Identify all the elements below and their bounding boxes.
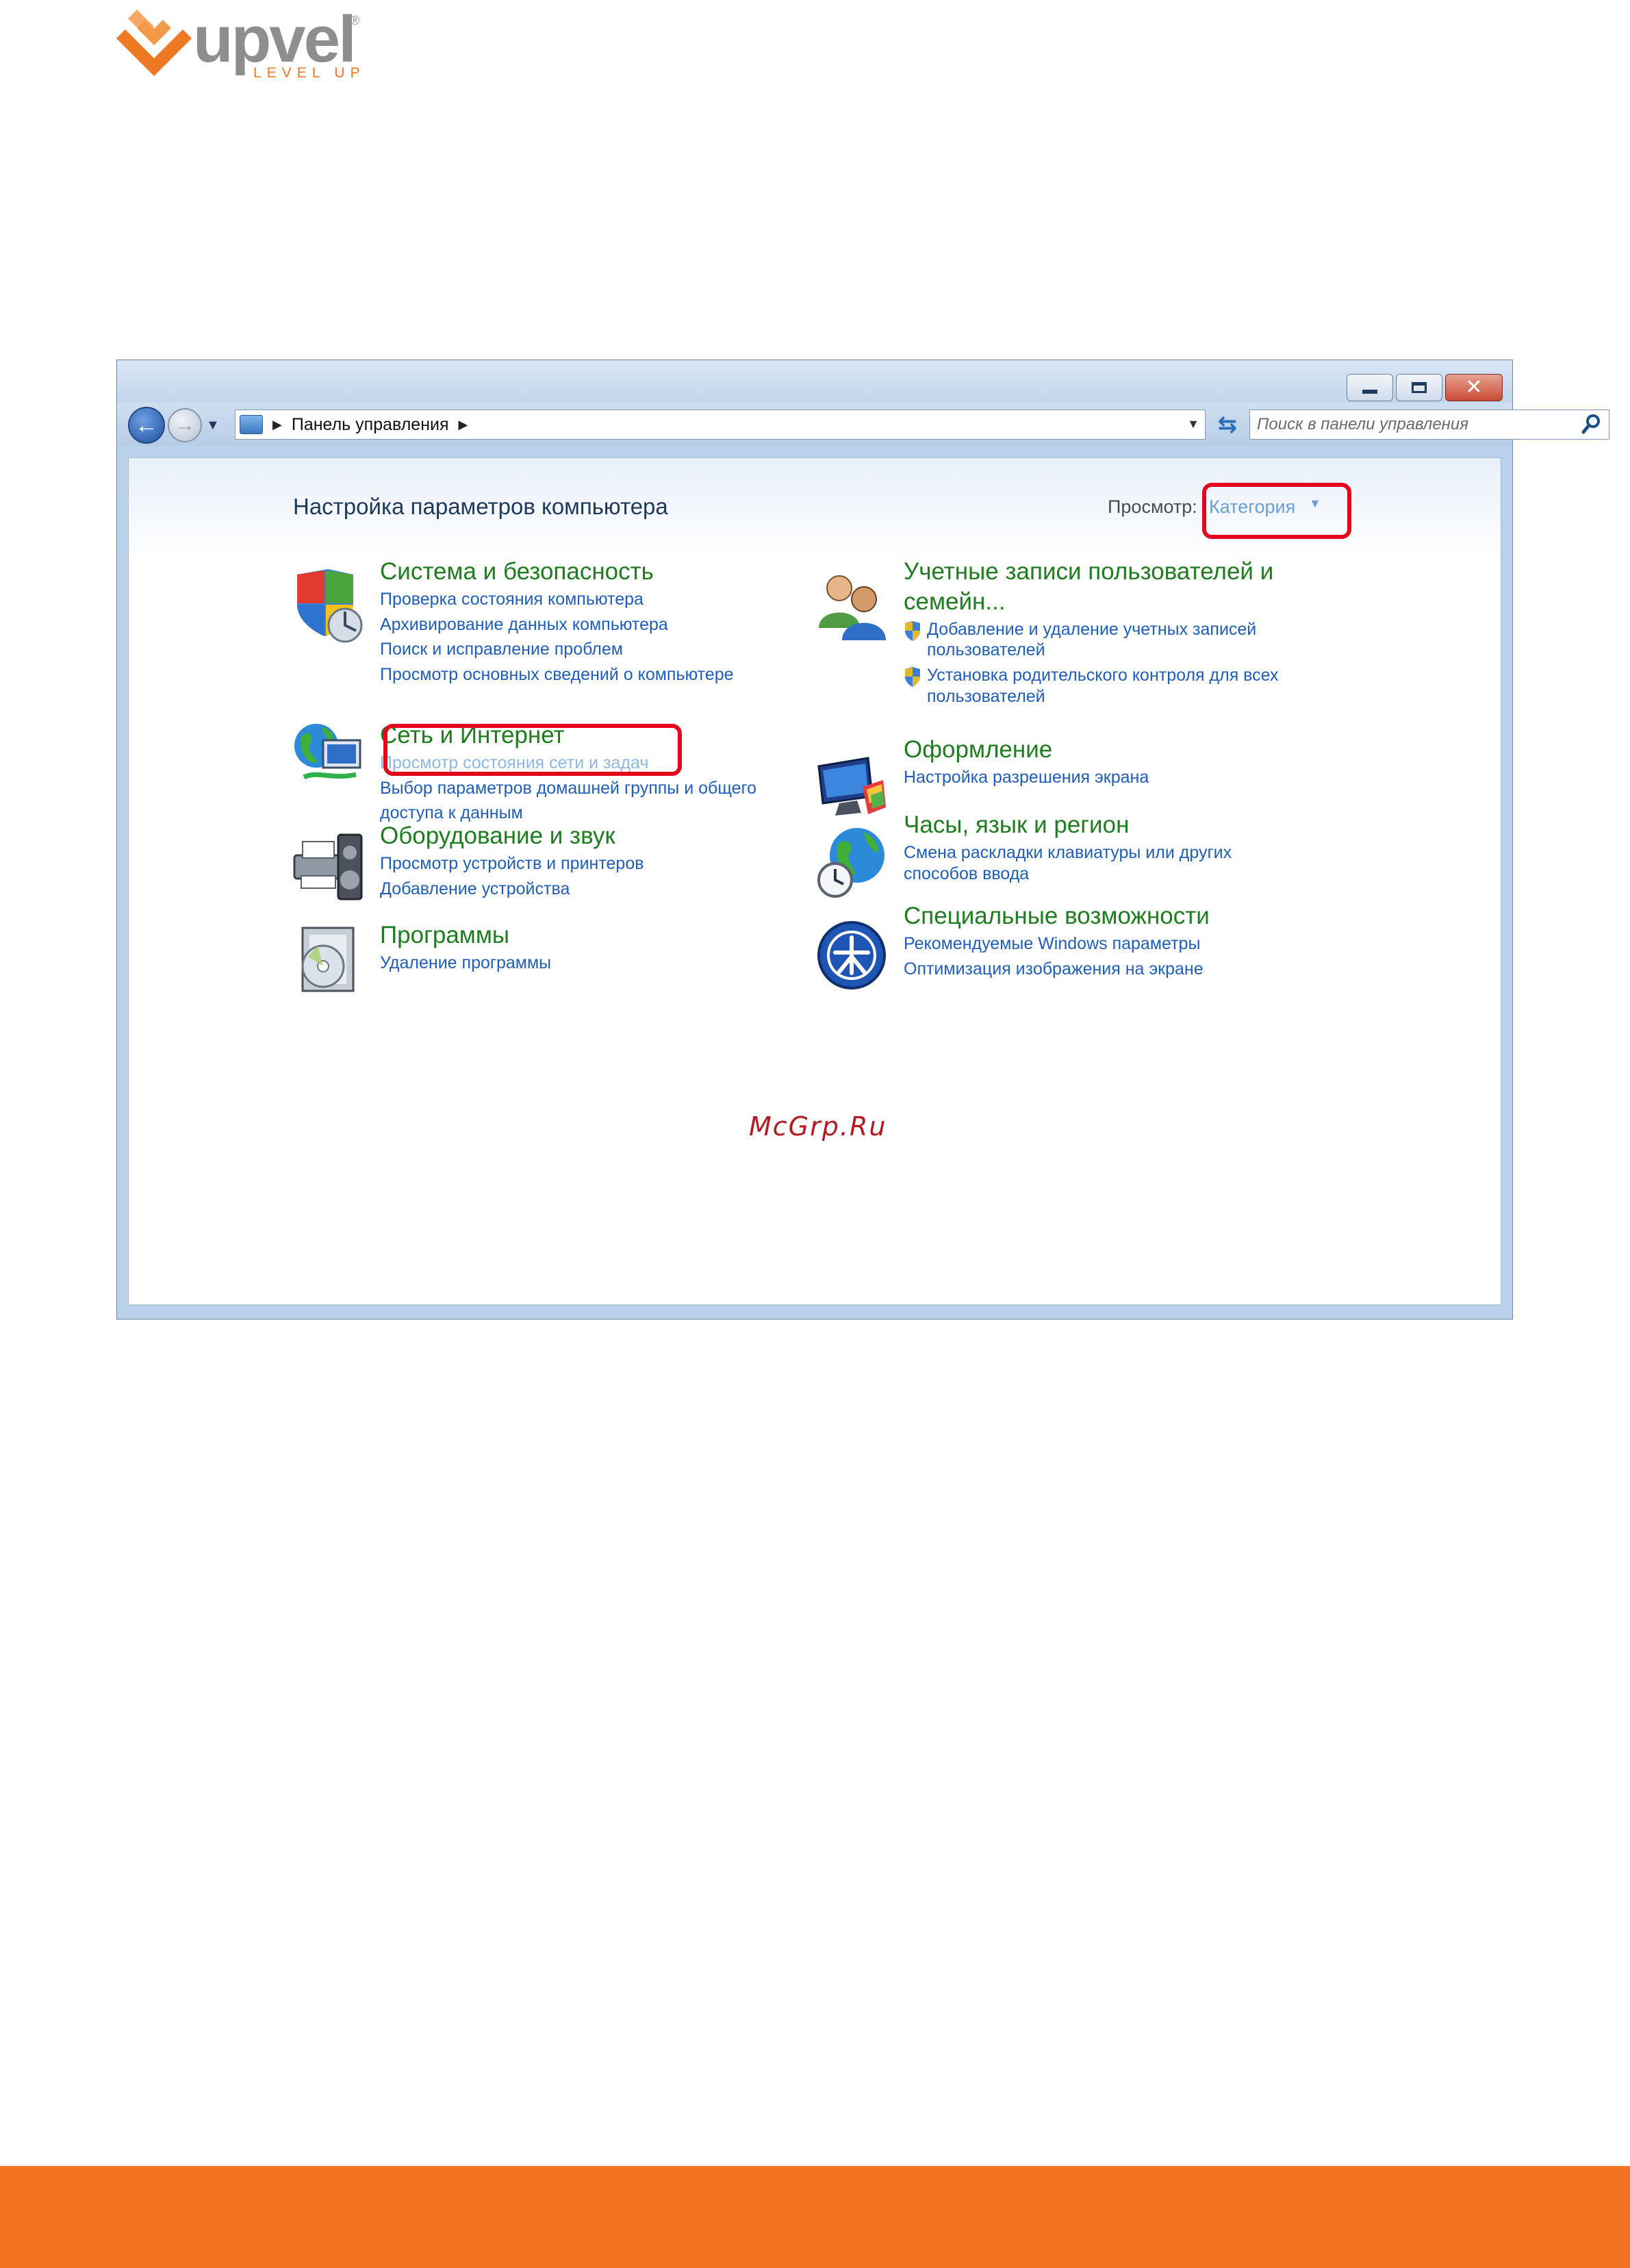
category-title[interactable]: Оборудование и звук [380,821,644,851]
maximize-icon [1412,382,1427,393]
content-area: Настройка параметров компьютера Просмотр… [128,457,1501,1305]
link-parental-controls[interactable]: Установка родительского контроля для все… [904,663,1279,709]
registered-mark: ® [351,14,360,27]
window-controls: ✕ [1344,374,1503,401]
view-by-label: Просмотр: [1108,496,1197,517]
refresh-icon: ⇆ [1217,412,1238,438]
category-title[interactable]: Специальные возможности [904,901,1210,931]
printer-speaker-icon [293,833,363,900]
category-title[interactable]: Учетные записи пользователей и [904,557,1279,587]
link-add-remove-accounts[interactable]: Добавление и удаление учетных записей по… [904,617,1279,664]
search-box[interactable] [1249,410,1609,440]
programs-disc-icon [301,927,355,992]
category-appearance: Оформление Настройка разрешения экрана [904,735,1149,790]
link-add-device[interactable]: Добавление устройства [380,877,644,902]
recent-pages-button[interactable]: ▼ [206,418,220,433]
breadcrumb-separator-icon[interactable]: ▶ [459,418,468,432]
ease-of-access-icon [817,921,886,990]
minimize-icon [1362,390,1377,394]
brand-name: upvel [193,3,357,76]
watermark: McGrp.Ru [749,1111,887,1142]
close-icon: ✕ [1465,376,1483,399]
link-recommended-settings[interactable]: Рекомендуемые Windows параметры [904,931,1210,957]
link-uninstall-program[interactable]: Удаление программы [380,950,551,976]
category-title[interactable]: Программы [380,920,551,950]
link-screen-resolution[interactable]: Настройка разрешения экрана [904,765,1149,790]
breadcrumb-separator-icon[interactable]: ▶ [272,418,282,432]
category-title[interactable]: Система и безопасность [380,557,734,587]
address-dropdown-icon[interactable]: ▼ [1187,417,1199,431]
category-title[interactable]: Часы, язык и регион [904,810,1232,840]
category-clock-language-region: Часы, язык и регион Смена раскладки клав… [904,810,1232,886]
link-view-devices-printers[interactable]: Просмотр устройств и принтеров [380,851,644,877]
maximize-button[interactable] [1396,374,1442,401]
category-title-continued[interactable]: семейн... [904,587,1279,617]
footer-bar [0,2166,1630,2268]
navigation-bar: ← → ▼ ▶ Панель управления ▶ ▼ ⇆ [117,403,1609,445]
minimize-button[interactable] [1347,374,1393,401]
breadcrumb-control-panel[interactable]: Панель управления [292,415,449,435]
user-accounts-icon [819,575,886,640]
back-button[interactable]: ← [128,407,165,444]
appearance-monitor-icon [817,757,886,816]
link-optimize-display[interactable]: Оптимизация изображения на экране [904,957,1210,982]
category-system-security: Система и безопасность Проверка состояни… [380,557,734,688]
arrow-left-icon: ← [135,412,158,438]
forward-button[interactable]: → [168,408,202,442]
link-check-computer-status[interactable]: Проверка состояния компьютера [380,587,734,612]
link-backup-computer[interactable]: Архивирование данных компьютера [380,612,734,638]
uac-shield-icon [905,667,920,687]
category-title[interactable]: Оформление [904,735,1149,765]
brand-tagline: LEVEL UP [253,65,366,81]
address-bar[interactable]: ▶ Панель управления ▶ ▼ [235,410,1206,440]
network-globe-icon [294,724,361,780]
search-icon[interactable] [1581,413,1602,436]
link-view-basic-info[interactable]: Просмотр основных сведений о компьютере [380,662,734,688]
search-input[interactable] [1250,414,1580,435]
control-panel-icon [240,415,263,434]
clock-globe-icon [817,828,884,898]
category-user-accounts: Учетные записи пользователей и семейн...… [904,557,1279,709]
category-programs: Программы Удаление программы [380,920,551,976]
chevron-down-icon: ▼ [206,418,220,433]
category-ease-of-access: Специальные возможности Рекомендуемые Wi… [904,901,1210,981]
system-security-shield-icon [297,569,363,643]
upvel-logo: upvel ® LEVEL UP [116,3,377,85]
refresh-button[interactable]: ⇆ [1211,410,1244,440]
highlight-box-view [1202,483,1351,539]
arrow-right-icon: → [175,414,195,436]
close-button[interactable]: ✕ [1445,374,1503,401]
title-bar[interactable]: ✕ [117,360,1512,403]
upvel-chevron-icon [116,10,192,76]
uac-shield-icon [905,620,920,641]
link-troubleshoot[interactable]: Поиск и исправление проблем [380,637,734,662]
page-title: Настройка параметров компьютера [293,494,668,519]
link-homegroup-options[interactable]: Выбор параметров домашней группы и общег… [380,776,756,801]
highlight-box-network-status [383,724,682,776]
category-hardware-sound: Оборудование и звук Просмотр устройств и… [380,821,644,901]
control-panel-window: ✕ ← → ▼ ▶ Панель управления ▶ ▼ ⇆ Настро… [116,360,1609,1320]
